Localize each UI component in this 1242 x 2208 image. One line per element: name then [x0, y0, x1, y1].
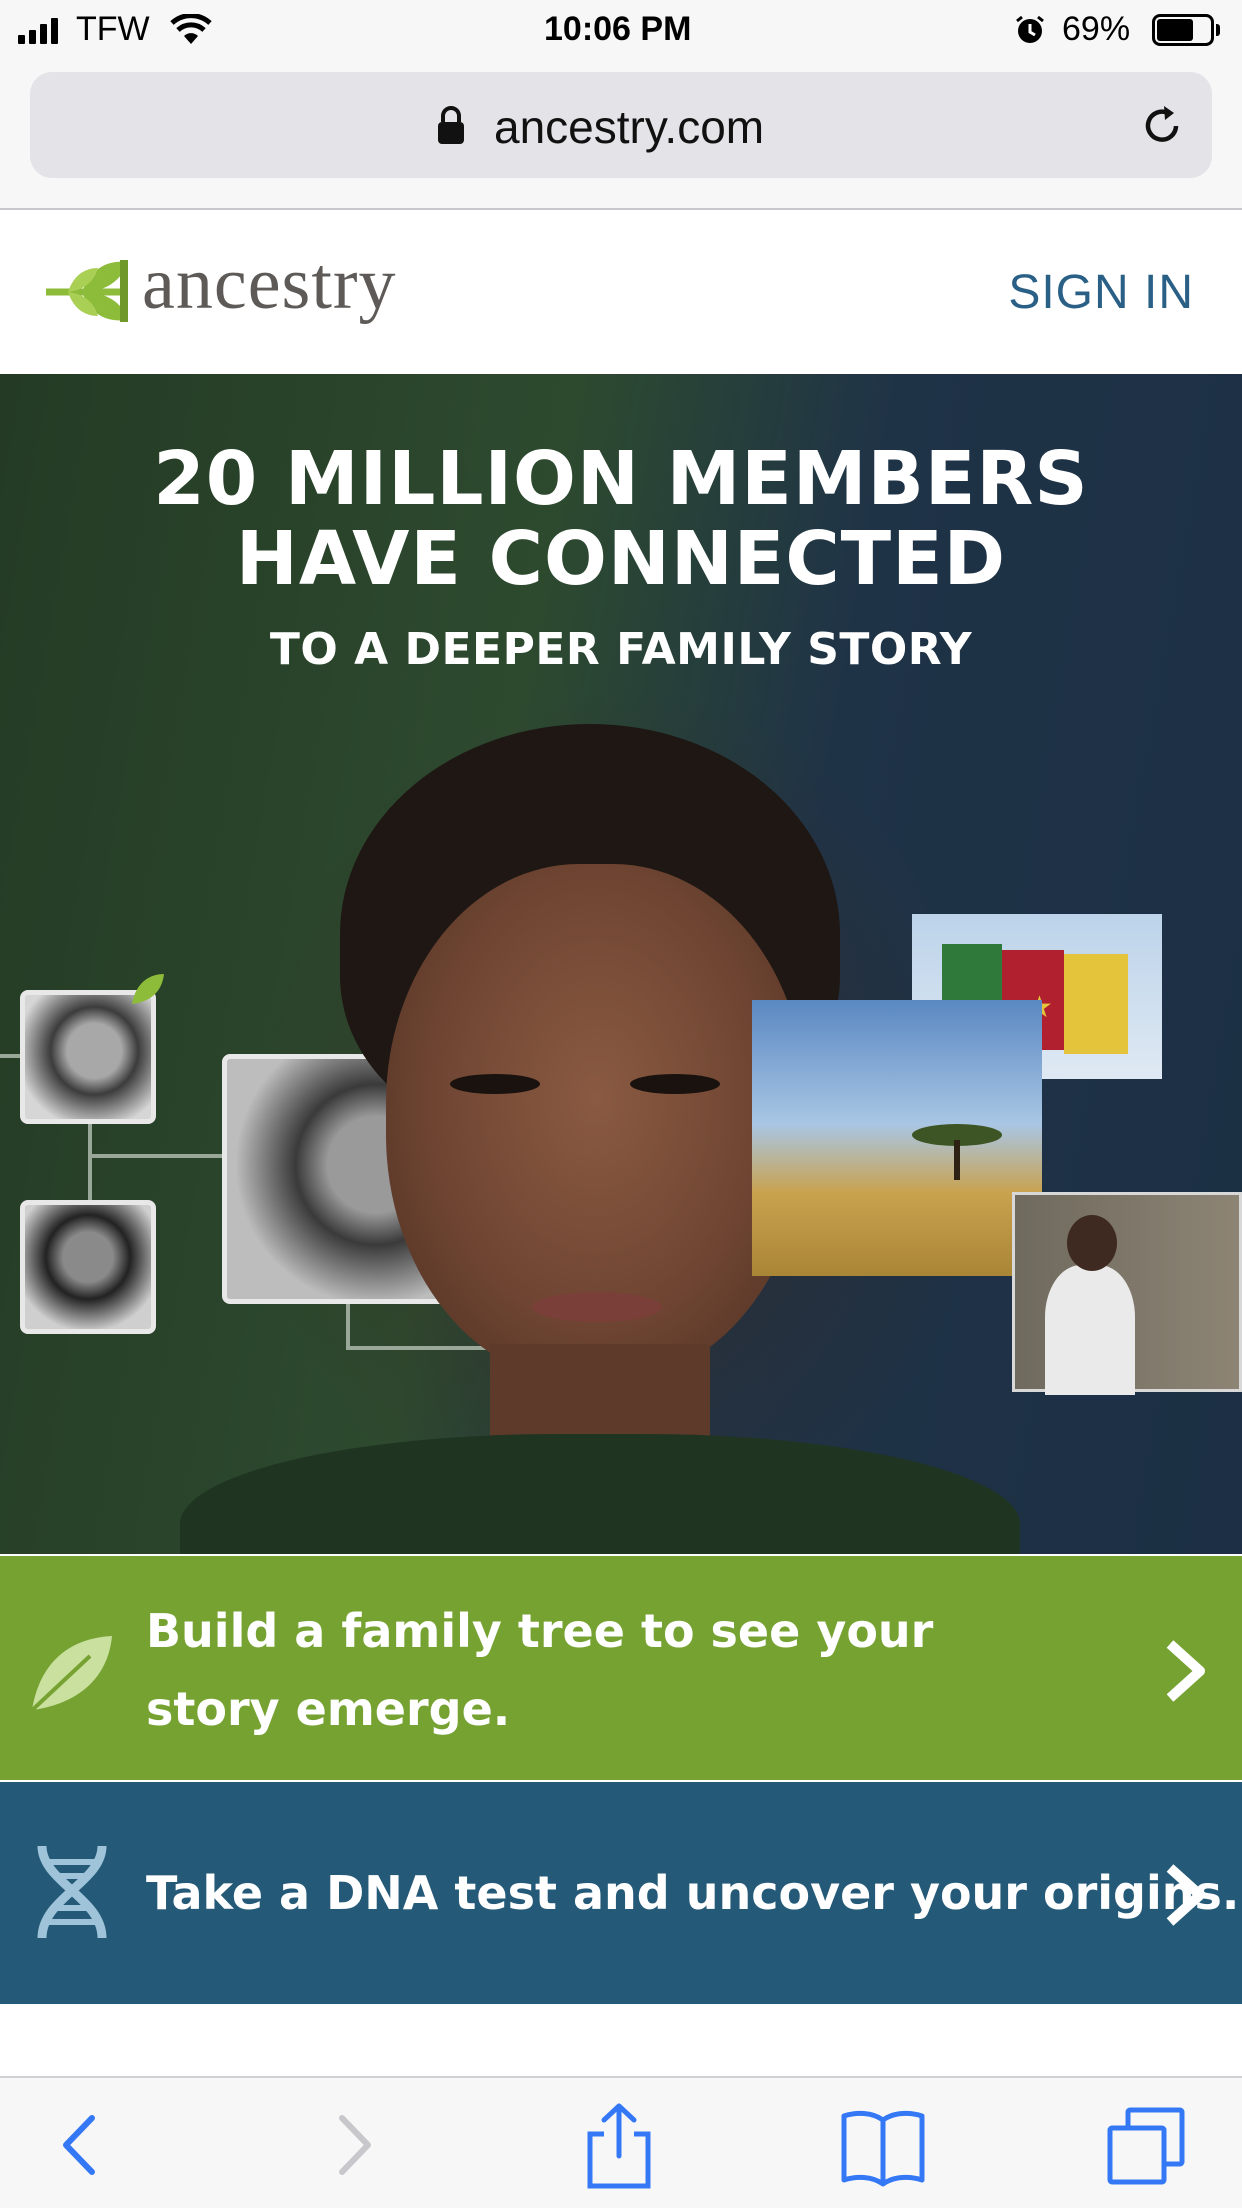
wifi-icon: [170, 14, 212, 44]
bookmarks-icon[interactable]: [838, 2100, 928, 2190]
chevron-right-icon: [1166, 1864, 1205, 1926]
leaf-hint-icon: [132, 974, 164, 1004]
hero-headline-line1: 20 MILLION MEMBERS: [153, 436, 1089, 522]
tabs-icon[interactable]: [1100, 2100, 1190, 2190]
browser-toolbar: [0, 2076, 1242, 2208]
ancestry-leaf-icon: [46, 260, 128, 322]
dna-test-cta[interactable]: Take a DNA test and uncover your origins…: [0, 1782, 1242, 2004]
logo-wordmark: ancestry: [142, 243, 397, 325]
forward-icon[interactable]: [308, 2100, 398, 2190]
browser-address-bar: ancestry.com: [0, 62, 1242, 210]
chevron-right-icon: [1166, 1640, 1205, 1702]
reload-icon[interactable]: [1138, 102, 1186, 150]
hero-banner: 20 MILLION MEMBERS HAVE CONNECTED TO A D…: [0, 374, 1242, 1554]
market-photo: [1012, 1192, 1242, 1395]
battery-icon: [1152, 14, 1222, 46]
tree-connector: [0, 1054, 22, 1058]
hero-headline-line2: HAVE CONNECTED: [235, 516, 1007, 602]
status-bar: TFW 10:06 PM 69%: [0, 0, 1242, 62]
leaf-icon: [26, 1636, 112, 1716]
alarm-icon: [1016, 15, 1044, 43]
tree-connector: [88, 1114, 92, 1212]
share-icon[interactable]: [574, 2100, 664, 2190]
dna-icon: [37, 1845, 107, 1939]
battery-percent: 69%: [1062, 10, 1131, 48]
carrier-name: TFW: [76, 10, 150, 48]
ancestry-logo[interactable]: ancestry: [44, 243, 474, 340]
cta-line2: story emerge.: [146, 1682, 511, 1736]
ancestor-portrait: [20, 990, 156, 1124]
clock: 10:06 PM: [544, 10, 692, 48]
tree-connector: [88, 1154, 228, 1158]
url-text: ancestry.com: [494, 101, 765, 153]
url-field[interactable]: ancestry.com: [30, 72, 1212, 178]
signal-icon: [18, 0, 68, 62]
lock-icon: [438, 106, 464, 144]
sign-in-link[interactable]: SIGN IN: [1008, 265, 1194, 320]
cta-text: Take a DNA test and uncover your origins…: [146, 1866, 1240, 1920]
ancestor-portrait: [20, 1200, 156, 1334]
savanna-photo: [752, 1000, 1042, 1276]
site-header: ancestry SIGN IN: [0, 210, 1242, 374]
build-family-tree-cta[interactable]: Build a family tree to see your story em…: [0, 1556, 1242, 1780]
cta-line1: Build a family tree to see your: [146, 1604, 934, 1658]
hero-subheadline: TO A DEEPER FAMILY STORY: [269, 624, 973, 675]
back-icon[interactable]: [36, 2100, 126, 2190]
